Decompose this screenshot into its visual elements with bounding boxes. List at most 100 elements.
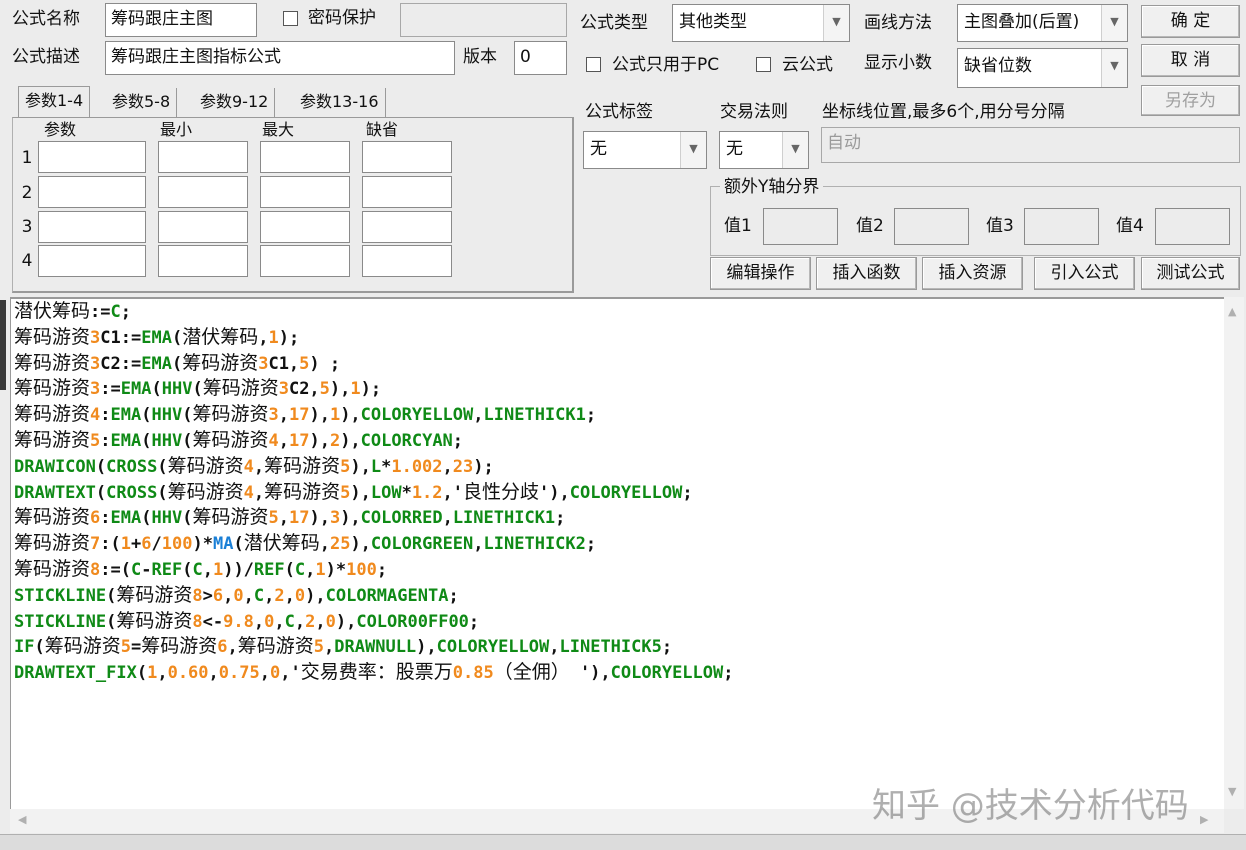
y-value-1-label: 值1 — [724, 216, 752, 236]
param-default-input[interactable] — [362, 141, 452, 173]
param-min-input[interactable] — [158, 211, 248, 243]
chevron-down-icon[interactable]: ▼ — [680, 132, 706, 168]
decimals-select[interactable]: 缺省位数 ▼ — [957, 48, 1128, 88]
param-max-input[interactable] — [260, 176, 350, 208]
status-strip — [0, 834, 1246, 850]
param-row-number: 4 — [21, 251, 33, 271]
params-column-header: 缺省 — [366, 120, 399, 139]
param-max-input[interactable] — [260, 245, 350, 277]
version-input[interactable]: 0 — [514, 41, 567, 75]
code-line: 筹码游资8:=(C-REF(C,1))/REF(C,1)*100; — [14, 557, 388, 580]
ok-button[interactable]: 确 定 — [1141, 5, 1240, 38]
trade-rule-label: 交易法则 — [720, 102, 788, 122]
cloud-formula-label: 云公式 — [782, 55, 833, 75]
formula-name-input[interactable]: 筹码跟庄主图 — [105, 3, 257, 37]
background-app-edge — [0, 300, 6, 390]
param-row-number: 3 — [21, 217, 33, 237]
params-column-header: 最小 — [160, 120, 193, 139]
tab-params-1-4[interactable]: 参数1-4 — [18, 86, 91, 118]
code-line: 筹码游资7:(1+6/100)*MA(潜伏筹码,25),COLORGREEN,L… — [14, 532, 597, 555]
draw-method-value: 主图叠加(后置) — [964, 12, 1080, 32]
y-value-4-label: 值4 — [1116, 216, 1144, 236]
scroll-down-icon[interactable]: ▼ — [1228, 785, 1236, 798]
chevron-down-icon[interactable]: ▼ — [1101, 5, 1127, 41]
code-line: 筹码游资3:=EMA(HHV(筹码游资3C2,5),1); — [14, 377, 382, 400]
trade-rule-select[interactable]: 无 ▼ — [719, 131, 809, 169]
pc-only-checkbox[interactable] — [586, 57, 601, 72]
formula-tag-select[interactable]: 无 ▼ — [583, 131, 707, 169]
param-name-input[interactable] — [38, 141, 146, 173]
formula-type-select[interactable]: 其他类型 ▼ — [672, 4, 850, 42]
insert-resource-button[interactable]: 插入资源 — [922, 257, 1023, 290]
chevron-down-icon[interactable]: ▼ — [1101, 49, 1127, 87]
params-column-header: 最大 — [262, 120, 295, 139]
formula-type-value: 其他类型 — [679, 12, 747, 32]
formula-tag-value: 无 — [590, 139, 607, 159]
formula-desc-label: 公式描述 — [12, 47, 80, 67]
param-min-input[interactable] — [158, 141, 248, 173]
chevron-down-icon[interactable]: ▼ — [823, 5, 849, 41]
code-line: 筹码游资5:EMA(HHV(筹码游资4,17),2),COLORCYAN; — [14, 428, 464, 451]
param-name-input[interactable] — [38, 211, 146, 243]
param-name-input[interactable] — [38, 245, 146, 277]
y-value-3-input[interactable] — [1024, 208, 1099, 245]
chevron-down-icon[interactable]: ▼ — [782, 132, 808, 168]
param-min-input[interactable] — [158, 245, 248, 277]
code-line: STICKLINE(筹码游资8<-9.8,0,C,2,0),COLOR00FF0… — [14, 609, 480, 632]
param-default-input[interactable] — [362, 211, 452, 243]
coord-line-input: 自动 — [821, 127, 1240, 163]
param-default-input[interactable] — [362, 176, 452, 208]
y-value-2-input[interactable] — [894, 208, 969, 245]
extra-y-axis-title: 额外Y轴分界 — [720, 176, 824, 198]
coord-line-label: 坐标线位置,最多6个,用分号分隔 — [822, 102, 1065, 122]
code-line: STICKLINE(筹码游资8>6,0,C,2,0),COLORMAGENTA; — [14, 583, 459, 606]
scroll-right-icon[interactable]: ▶ — [1200, 813, 1208, 826]
scroll-left-icon[interactable]: ◀ — [18, 813, 26, 826]
param-row-number: 2 — [21, 183, 33, 203]
save-as-button[interactable]: 另存为 — [1141, 85, 1240, 116]
param-name-input[interactable] — [38, 176, 146, 208]
formula-tag-label: 公式标签 — [585, 102, 653, 122]
code-editor[interactable]: 潜伏筹码:=C; 筹码游资3C1:=EMA(潜伏筹码,1); 筹码游资3C2:=EM… — [10, 297, 1224, 809]
code-line: DRAWICON(CROSS(筹码游资4,筹码游资5),L*1.002,23); — [14, 454, 494, 477]
test-formula-button[interactable]: 测试公式 — [1141, 257, 1240, 290]
decimals-label: 显示小数 — [864, 53, 932, 73]
password-protect-label: 密码保护 — [308, 8, 376, 28]
param-row-number: 1 — [21, 148, 33, 168]
edit-ops-button[interactable]: 编辑操作 — [710, 257, 811, 290]
tab-params-13-16[interactable]: 参数13-16 — [294, 88, 386, 118]
code-line: 潜伏筹码:=C; — [14, 300, 131, 322]
cloud-formula-checkbox[interactable] — [756, 57, 771, 72]
formula-name-label: 公式名称 — [12, 9, 80, 29]
y-value-1-input[interactable] — [763, 208, 838, 245]
param-min-input[interactable] — [158, 176, 248, 208]
draw-method-label: 画线方法 — [864, 13, 932, 33]
code-line: DRAWTEXT(CROSS(筹码游资4,筹码游资5),LOW*1.2,'良性分… — [14, 480, 693, 503]
param-max-input[interactable] — [260, 141, 350, 173]
password-protect-checkbox[interactable] — [283, 11, 298, 26]
scroll-up-icon[interactable]: ▲ — [1228, 305, 1236, 318]
param-default-input[interactable] — [362, 245, 452, 277]
formula-type-label: 公式类型 — [580, 13, 648, 33]
formula-desc-input[interactable]: 筹码跟庄主图指标公式 — [105, 41, 455, 75]
import-formula-button[interactable]: 引入公式 — [1034, 257, 1135, 290]
code-line: 筹码游资6:EMA(HHV(筹码游资5,17),3),COLORRED,LINE… — [14, 506, 566, 529]
vertical-scrollbar[interactable]: ▲ ▼ — [1224, 297, 1244, 809]
tab-params-5-8[interactable]: 参数5-8 — [106, 88, 178, 118]
y-value-3-label: 值3 — [986, 216, 1014, 236]
code-line: 筹码游资4:EMA(HHV(筹码游资3,17),1),COLORYELLOW,L… — [14, 403, 597, 426]
trade-rule-value: 无 — [726, 139, 743, 159]
y-value-4-input[interactable] — [1155, 208, 1230, 245]
param-max-input[interactable] — [260, 211, 350, 243]
password-input — [400, 3, 567, 37]
code-line: 筹码游资3C1:=EMA(潜伏筹码,1); — [14, 325, 300, 348]
tab-params-9-12[interactable]: 参数9-12 — [194, 88, 276, 118]
draw-method-select[interactable]: 主图叠加(后置) ▼ — [957, 4, 1128, 42]
insert-function-button[interactable]: 插入函数 — [816, 257, 917, 290]
params-column-header: 参数 — [44, 120, 77, 139]
code-line: IF(筹码游资5=筹码游资6,筹码游资5,DRAWNULL),COLORYELL… — [14, 635, 673, 658]
watermark: 知乎 @技术分析代码 — [872, 786, 1189, 826]
y-value-2-label: 值2 — [856, 216, 884, 236]
cancel-button[interactable]: 取 消 — [1141, 44, 1240, 77]
pc-only-label: 公式只用于PC — [612, 55, 720, 75]
